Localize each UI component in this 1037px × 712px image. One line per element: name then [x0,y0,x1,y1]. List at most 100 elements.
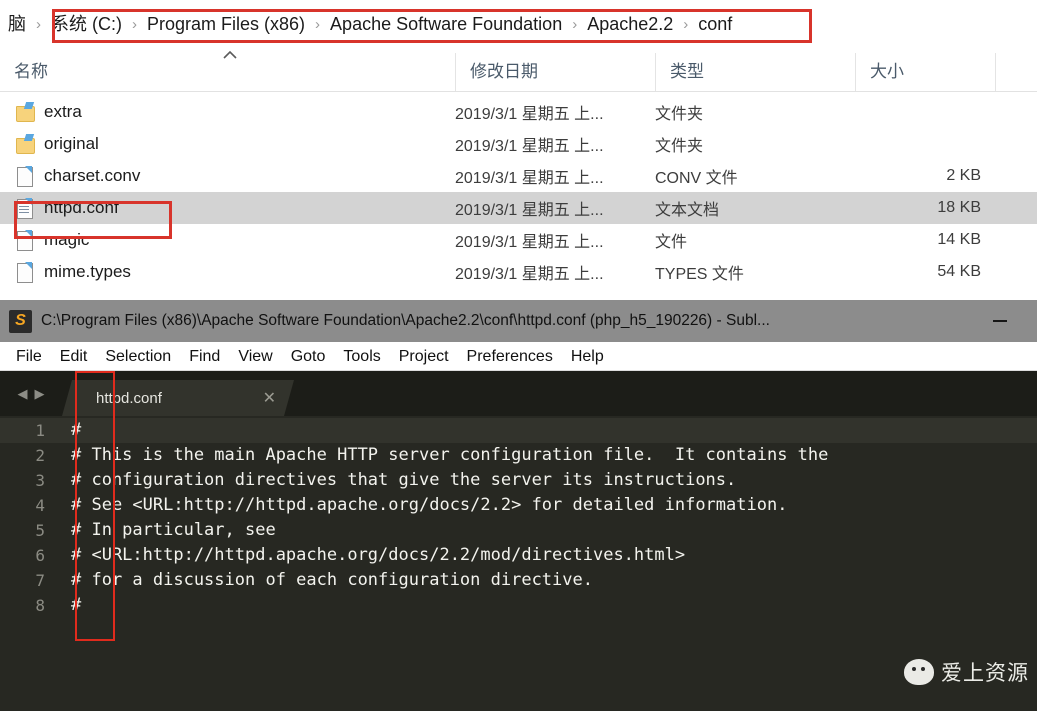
file-row[interactable]: magic 2019/3/1 星期五 上... 文件 14 KB [0,224,1037,256]
line-number: 8 [35,596,45,615]
line-number: 2 [35,446,45,465]
file-size-cell: 18 KB [937,199,981,216]
menu-item-project[interactable]: Project [390,342,458,371]
wechat-icon [904,659,934,685]
file-type-cell: CONV 文件 [655,170,738,187]
column-header-date[interactable]: 修改日期 [455,53,655,91]
breadcrumb-separator-icon: › [572,15,578,33]
file-row[interactable]: original 2019/3/1 星期五 上... 文件夹 [0,128,1037,160]
chevron-up-icon [223,50,237,59]
breadcrumb-item-2[interactable]: Program Files (x86) [143,13,309,35]
file-name-cell[interactable]: httpd.conf [0,198,455,219]
file-row[interactable]: extra 2019/3/1 星期五 上... 文件夹 [0,96,1037,128]
column-header-type[interactable]: 类型 [655,53,855,91]
folder-icon [16,102,35,122]
breadcrumb-item-1[interactable]: 系统 (C:) [47,13,126,35]
file-name-cell[interactable]: original [0,134,455,154]
file-explorer-window: 脑 › 系统 (C:) › Program Files (x86) › Apac… [0,0,1037,300]
sublime-app-icon: S [9,309,32,333]
line-number: 1 [35,421,45,440]
code-line[interactable]: 2 # This is the main Apache HTTP server c… [0,443,1037,468]
file-name-cell[interactable]: mime.types [0,262,455,283]
code-line[interactable]: 7 # for a discussion of each configuratio… [0,568,1037,593]
file-size-cell: 2 KB [946,167,981,184]
file-icon [16,262,34,283]
file-name-cell[interactable]: magic [0,230,455,251]
file-name-label: charset.conv [44,166,141,185]
file-type-cell: 文件夹 [655,138,704,155]
breadcrumb-separator-icon: › [315,15,321,33]
code-line[interactable]: 8 # [0,593,1037,618]
file-type-cell: 文件 [655,234,688,251]
menu-item-edit[interactable]: Edit [51,342,97,371]
file-list[interactable]: extra 2019/3/1 星期五 上... 文件夹 original 2019/3/… [0,92,1037,288]
menu-item-help[interactable]: Help [562,342,613,371]
file-icon [16,166,34,187]
menu-item-preferences[interactable]: Preferences [458,342,562,371]
code-line[interactable]: 3 # configuration directives that give th… [0,468,1037,493]
line-text: # [71,595,82,615]
breadcrumb-item-0[interactable]: 脑 [4,13,30,35]
watermark: 爱上资源 [904,657,1029,687]
menu-item-tools[interactable]: Tools [334,342,389,371]
breadcrumb-item-5[interactable]: conf [694,13,736,35]
code-line[interactable]: 6 # <URL:http://httpd.apache.org/docs/2.2… [0,543,1037,568]
menu-item-view[interactable]: View [229,342,281,371]
line-text: # [71,420,82,440]
watermark-text: 爱上资源 [941,661,1029,685]
tab-nav-arrows[interactable]: ◀ ▶ [0,371,62,416]
breadcrumb-separator-icon: › [132,15,137,33]
breadcrumb-item-3[interactable]: Apache Software Foundation [326,13,566,35]
code-line[interactable]: 1 # [0,418,1037,443]
file-row[interactable]: mime.types 2019/3/1 星期五 上... TYPES 文件 54 KB [0,256,1037,288]
line-number: 4 [35,496,45,515]
file-type-cell: 文件夹 [655,106,704,123]
column-header-size[interactable]: 大小 [855,53,995,91]
file-date-cell: 2019/3/1 星期五 上... [455,106,604,123]
menu-item-find[interactable]: Find [180,342,229,371]
text-document-icon [16,198,34,219]
line-text: # In particular, see [71,520,276,540]
file-name-label: magic [44,230,90,249]
line-text: # This is the main Apache HTTP server co… [71,445,829,465]
line-text: # for a discussion of each configuration… [71,570,593,590]
line-number: 5 [35,521,45,540]
editor-area: ◀ ▶ httpd.conf ✕ 1 #2 # This is the main A… [0,371,1037,711]
file-type-cell: TYPES 文件 [655,266,744,283]
file-size-cell: 14 KB [937,231,981,248]
file-icon [16,230,34,251]
file-name-cell[interactable]: extra [0,102,455,122]
sublime-text-window: S C:\Program Files (x86)\Apache Software… [0,300,1037,712]
breadcrumb[interactable]: 脑 › 系统 (C:) › Program Files (x86) › Apac… [0,0,1037,48]
close-icon[interactable]: ✕ [263,388,276,408]
menu-item-selection[interactable]: Selection [96,342,180,371]
folder-icon [16,134,35,154]
file-row[interactable]: charset.conv 2019/3/1 星期五 上... CONV 文件 2 KB [0,160,1037,192]
column-headers: 名称 修改日期 类型 大小 [0,48,1037,92]
breadcrumb-item-4[interactable]: Apache2.2 [583,13,677,35]
tab-label: httpd.conf [96,389,162,407]
code-line[interactable]: 5 # In particular, see [0,518,1037,543]
line-number: 7 [35,571,45,590]
file-row[interactable]: httpd.conf 2019/3/1 星期五 上... 文本文档 18 KB [0,192,1037,224]
file-name-cell[interactable]: charset.conv [0,166,455,187]
line-text: # See <URL:http://httpd.apache.org/docs/… [71,495,788,515]
line-text: # configuration directives that give the… [71,470,737,490]
file-date-cell: 2019/3/1 星期五 上... [455,234,604,251]
file-name-label: mime.types [44,262,131,281]
tab-next-arrow-icon[interactable]: ▶ [35,387,45,400]
menu-item-file[interactable]: File [7,342,51,371]
code-editor[interactable]: 1 #2 # This is the main Apache HTTP server… [0,416,1037,711]
file-date-cell: 2019/3/1 星期五 上... [455,138,604,155]
menu-item-goto[interactable]: Goto [282,342,335,371]
code-line[interactable]: 4 # See <URL:http://httpd.apache.org/docs… [0,493,1037,518]
sublime-menu-bar[interactable]: File Edit Selection Find View Goto Tools Projec… [0,342,1037,371]
tab-prev-arrow-icon[interactable]: ◀ [18,387,28,400]
minimize-button[interactable] [963,300,1037,342]
tab-httpd-conf[interactable]: httpd.conf ✕ [62,380,294,416]
file-date-cell: 2019/3/1 星期五 上... [455,170,604,187]
sublime-title-bar: S C:\Program Files (x86)\Apache Software… [0,300,1037,342]
line-text: # <URL:http://httpd.apache.org/docs/2.2/… [71,545,686,565]
file-name-label: httpd.conf [44,198,119,217]
file-type-cell: 文本文档 [655,202,720,219]
